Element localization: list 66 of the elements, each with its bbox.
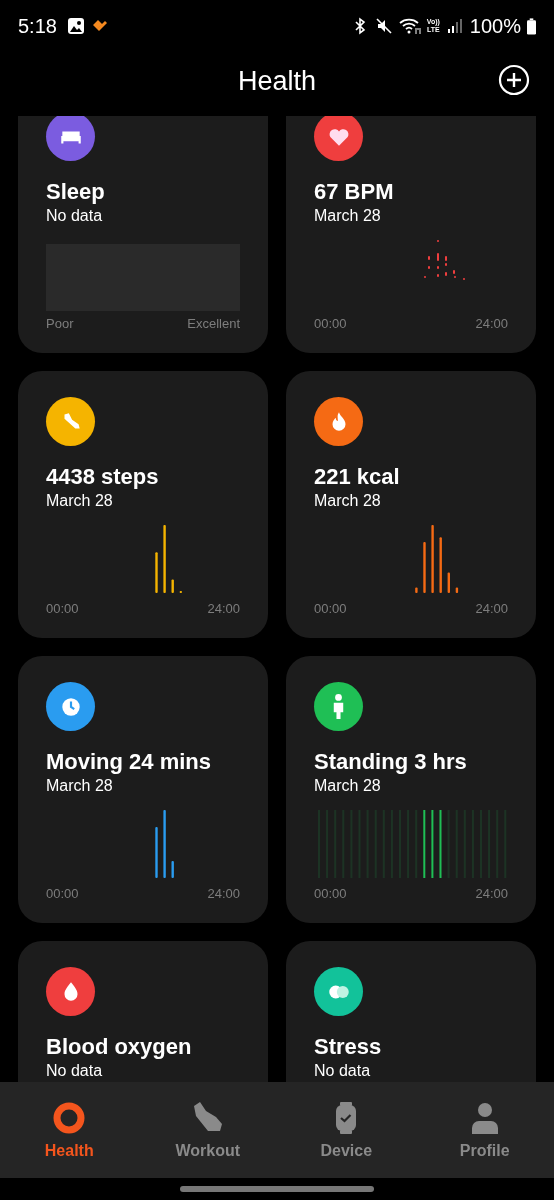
hourly-bar xyxy=(431,525,434,593)
hourly-bar xyxy=(163,525,166,593)
card-title: 221 kcal xyxy=(314,464,401,490)
card-title: 4438 steps xyxy=(46,464,160,490)
card-subtitle: March 28 xyxy=(314,491,382,511)
card-subtitle: March 28 xyxy=(46,776,114,796)
metric-card[interactable]: Standing 3 hrs March 28 00:00 24:00 xyxy=(286,656,536,923)
card-subtitle: No data xyxy=(314,1061,372,1081)
axis-label: 00:00 xyxy=(46,886,79,901)
hourly-bar xyxy=(415,587,418,593)
battery-icon xyxy=(527,17,536,35)
page-title: Health xyxy=(237,65,316,97)
hourly-bar xyxy=(439,537,442,593)
metric-card[interactable]: Blood oxygen No data xyxy=(18,941,268,1082)
battery-percent: 100% xyxy=(469,14,521,38)
metric-card[interactable]: 4438 steps March 28 00:00 24:00 xyxy=(18,371,268,638)
metric-card[interactable]: Stress No data xyxy=(286,941,536,1082)
axis-label: 24:00 xyxy=(207,886,240,901)
axis-label: Poor xyxy=(46,316,74,331)
hourly-bar xyxy=(455,587,459,593)
card-title: Sleep xyxy=(46,179,106,205)
metric-card[interactable]: Moving 24 mins March 28 00:00 24:00 xyxy=(18,656,268,923)
nav-tab[interactable]: Health xyxy=(14,1100,125,1160)
metric-card[interactable]: Sleep No data Poor Excellent xyxy=(18,116,268,353)
axis-label: 24:00 xyxy=(207,601,240,616)
metric-card[interactable]: 221 kcal March 28 00:00 24:00 xyxy=(286,371,536,638)
axis-label: 00:00 xyxy=(314,316,347,331)
image-icon xyxy=(66,17,85,35)
person-icon xyxy=(333,694,344,719)
axis-label: 24:00 xyxy=(475,601,508,616)
hourly-bar xyxy=(179,590,182,593)
hourly-bar xyxy=(447,572,450,593)
axis-label: 24:00 xyxy=(475,886,508,901)
hourly-bar xyxy=(431,810,434,878)
status-time: 5:18 xyxy=(18,14,57,38)
card-subtitle: March 28 xyxy=(46,491,114,511)
card-subtitle: March 28 xyxy=(314,776,382,796)
hourly-bar xyxy=(439,810,442,878)
wifi-icon xyxy=(398,17,421,35)
hourly-bar xyxy=(171,861,174,878)
card-subtitle: March 28 xyxy=(314,206,382,226)
nav-tab[interactable]: Profile xyxy=(429,1100,540,1160)
axis-label: 00:00 xyxy=(314,601,347,616)
axis-label: Excellent xyxy=(187,316,240,331)
nav-tab[interactable]: Device xyxy=(291,1100,402,1160)
axis-label: 00:00 xyxy=(314,886,347,901)
card-subtitle: No data xyxy=(46,1061,104,1081)
nav-tab[interactable]: Workout xyxy=(152,1100,263,1160)
hourly-bar xyxy=(155,827,158,878)
card-title: Blood oxygen xyxy=(46,1034,193,1060)
metric-card[interactable]: 67 BPM March 28 00:00 24:00 xyxy=(286,116,536,353)
axis-label: 24:00 xyxy=(475,316,508,331)
hourly-bar xyxy=(423,810,426,878)
add-button[interactable] xyxy=(498,64,530,96)
card-subtitle: No data xyxy=(46,206,104,226)
hourly-bar xyxy=(155,552,158,593)
card-title: Moving 24 mins xyxy=(46,749,213,775)
hourly-bar xyxy=(423,542,426,593)
signal-icon xyxy=(445,17,464,35)
card-title: Stress xyxy=(314,1034,383,1060)
axis-label: 00:00 xyxy=(46,601,79,616)
hourly-bar xyxy=(163,810,166,878)
hourly-bar xyxy=(171,579,174,593)
mute-icon xyxy=(374,17,393,35)
card-title: 67 BPM xyxy=(314,179,395,205)
card-title: Standing 3 hrs xyxy=(314,749,468,775)
